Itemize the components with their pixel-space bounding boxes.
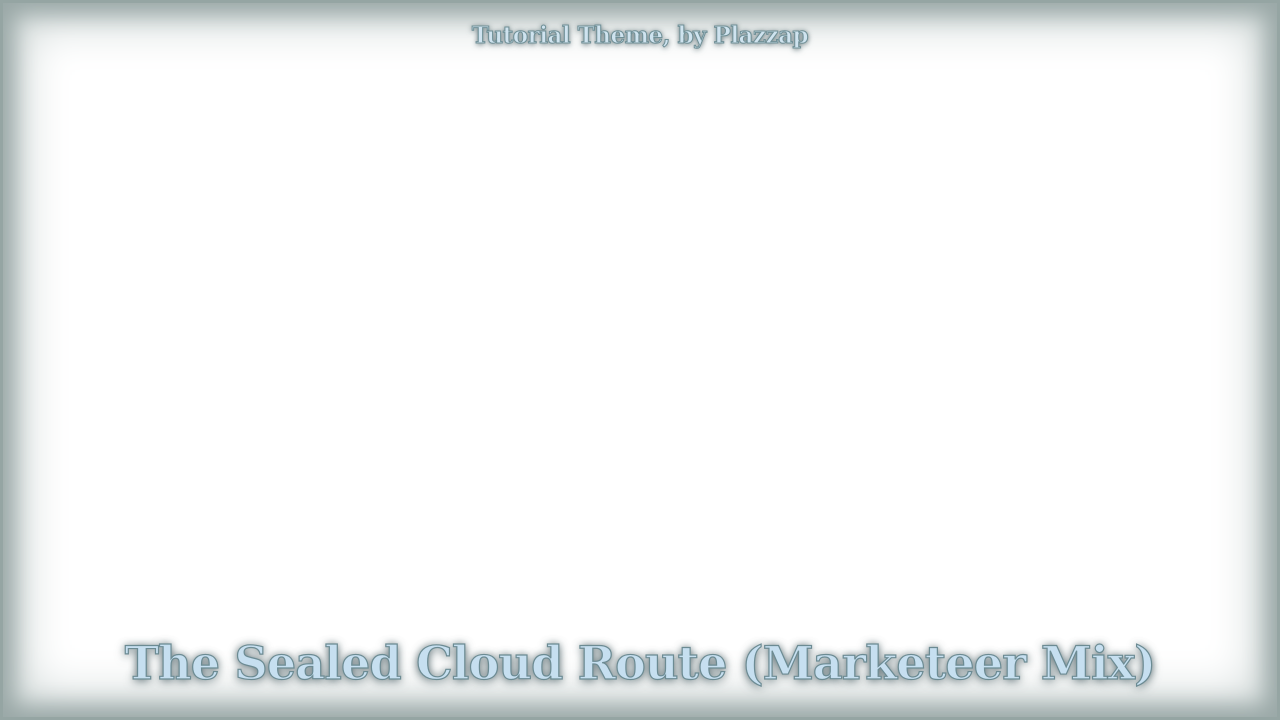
theme-credit-text: Tutorial Theme, by Plazzap	[471, 22, 809, 50]
border-vignette	[0, 0, 1280, 720]
track-title-text: The Sealed Cloud Route (Marketeer Mix)	[124, 635, 1157, 690]
video-frame: Tutorial Theme, by Plazzap The Sealed Cl…	[0, 0, 1280, 720]
